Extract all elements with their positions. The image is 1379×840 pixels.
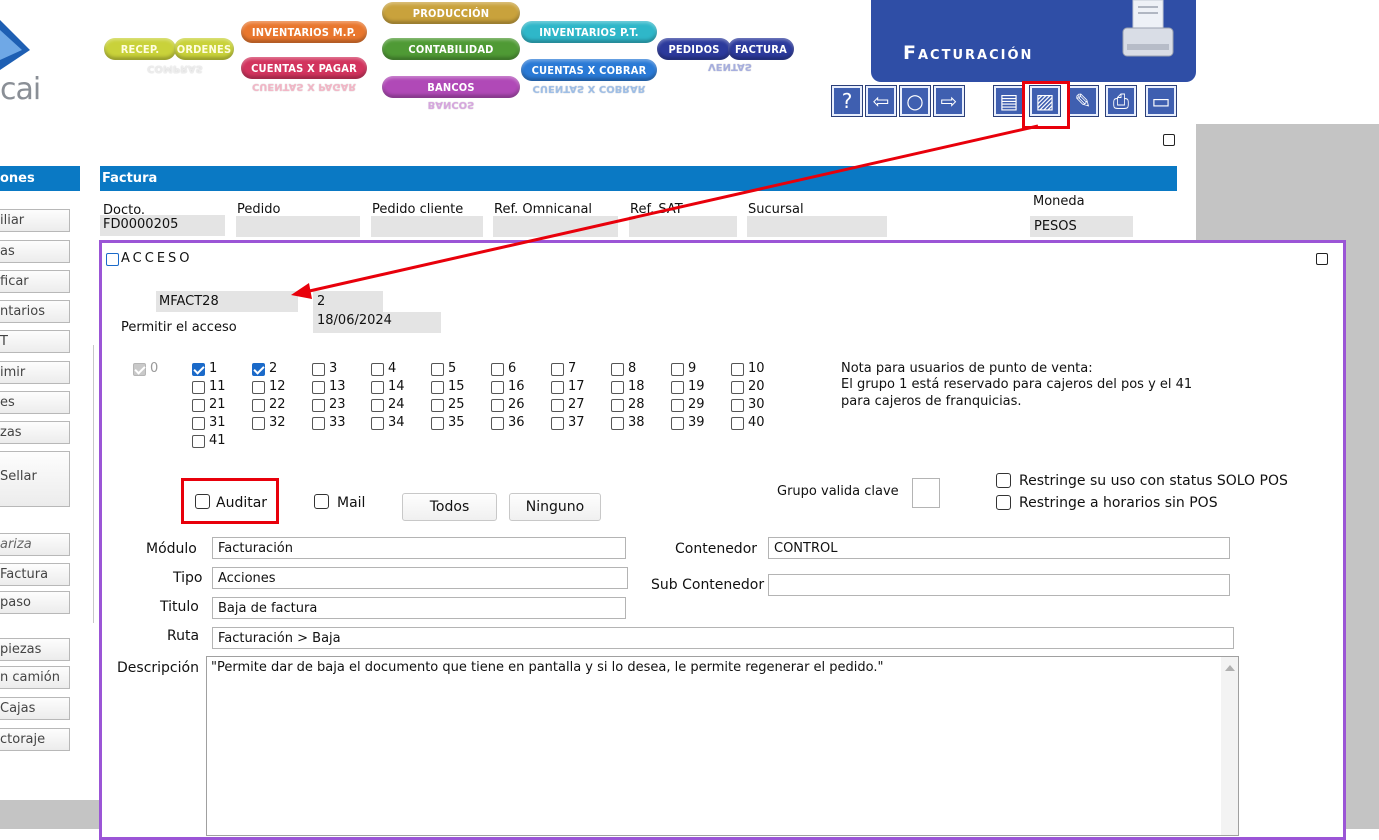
annotation-arrow-line <box>304 124 1039 294</box>
annotation-arrow-head <box>291 283 312 299</box>
annotation-arrow <box>291 124 1039 299</box>
